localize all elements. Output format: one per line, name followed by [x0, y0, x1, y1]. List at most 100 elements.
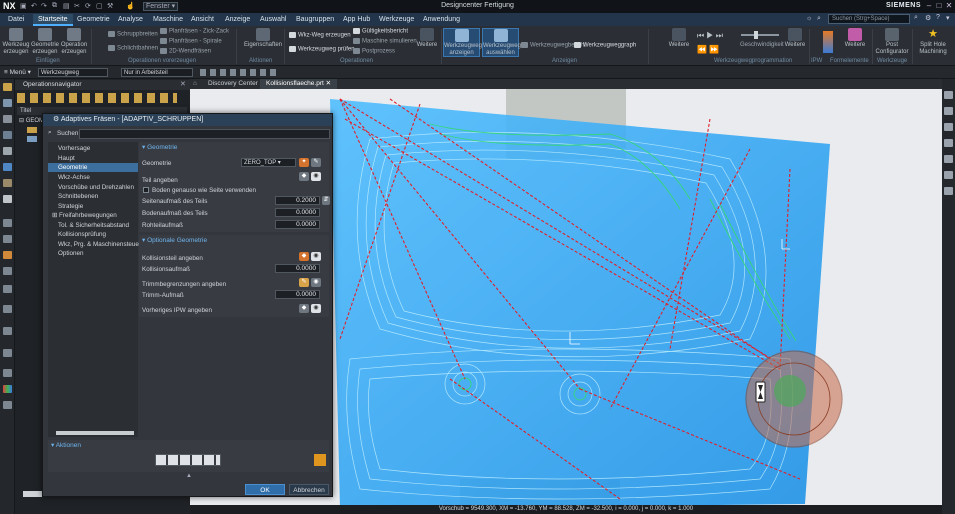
command-finder-icon[interactable]: ⌕ [817, 15, 821, 23]
tab-app-hub[interactable]: App Hub [338, 14, 375, 26]
fit-view-icon[interactable] [944, 91, 953, 99]
werkzeug-erzeugen-button[interactable]: Werkzeug erzeugen [2, 28, 30, 56]
planfraesen-spirale-button[interactable]: Planfräsen - Spirale [160, 38, 222, 45]
tree-node-icon[interactable] [27, 136, 37, 142]
navigator-toolbar-icons[interactable] [17, 93, 177, 103]
menu-button[interactable]: ≡ Menü ▾ [4, 68, 31, 76]
section-view-icon[interactable] [944, 187, 953, 195]
edit-geometry-icon[interactable]: ✎ [311, 158, 321, 167]
home-icon[interactable]: ⌂ [193, 80, 197, 87]
speed-slider-thumb[interactable] [754, 31, 758, 39]
manufacturing-wizard-icon[interactable] [3, 305, 12, 313]
tree-item-vorhersage[interactable]: Vorhersage [48, 144, 138, 153]
tab-part-file[interactable]: Kollisionsflaeche.prt ✕ [260, 79, 338, 89]
rohteilaufmass-field[interactable]: 0.0000 [275, 220, 320, 229]
tab-anzeige[interactable]: Anzeige [220, 14, 255, 26]
operation-navigator-icon[interactable] [3, 131, 12, 139]
process-studio-icon[interactable] [3, 285, 12, 293]
color-palette-icon[interactable] [3, 385, 12, 393]
tree-item-haupt[interactable]: Haupt [48, 154, 138, 163]
planfraesen-zickzack-button[interactable]: Planfräsen - Zick-Zack [160, 28, 229, 35]
display-ipw-icon[interactable]: ◉ [311, 304, 321, 313]
part-navigator-icon[interactable] [3, 83, 12, 91]
select-part-icon[interactable]: ◆ [299, 172, 309, 181]
selection-toolbar-icons[interactable] [200, 69, 280, 76]
tab-startseite[interactable]: Startseite [33, 14, 73, 26]
play-back-icon[interactable]: ⏮ ▶ ⏭ [697, 31, 723, 41]
maschine-simulieren-button[interactable]: Maschine simulieren [353, 38, 417, 45]
weitere-anzeigen-button[interactable]: Weitere [667, 28, 691, 49]
optional-geometry-header[interactable]: ▾ Optionale Geometrie [142, 236, 207, 246]
orient-view-icon[interactable] [944, 155, 953, 163]
werkzeugweggraph-button[interactable]: Werkzeugweggraph [574, 42, 636, 49]
tree-scrollbar[interactable] [56, 431, 134, 435]
settings-icon[interactable]: ⚙ [925, 14, 931, 22]
constraint-navigator-icon[interactable] [3, 115, 12, 123]
clock-icon[interactable] [3, 327, 12, 335]
lightbulb-icon[interactable]: ☼ [806, 15, 812, 22]
tree-item-geometrie[interactable]: Geometrie [48, 163, 138, 172]
cancel-button[interactable]: Abbrechen [289, 484, 329, 495]
speed-slider[interactable] [741, 34, 779, 36]
wendelfraesen-button[interactable]: 2D-Wendfräsen [160, 48, 211, 55]
postprozess-button[interactable]: Postprozess [353, 48, 395, 55]
eigenschaften-button[interactable]: Eigenschaften [242, 28, 284, 49]
tab-auswahl[interactable]: Auswahl [255, 14, 291, 26]
search-icon[interactable]: ⌕ [48, 129, 52, 137]
step-icon[interactable]: ⏪ ⏩ [697, 45, 719, 54]
geometry-section-header[interactable]: ▾ Geometrie [142, 143, 177, 153]
wkz-weg-erzeugen-button[interactable]: Wkz-Weg erzeugen [289, 32, 351, 39]
seitenaufmass-options-icon[interactable]: ⇵ [322, 196, 330, 205]
werkzeugweg-pruefen-button[interactable]: Werkzeugweg prüfen [289, 46, 355, 53]
weitere-simulation-button[interactable]: Weitere [783, 28, 807, 49]
maximize-icon[interactable]: □ [934, 1, 944, 10]
grid-icon[interactable] [3, 349, 12, 357]
ok-button[interactable]: OK [245, 484, 285, 495]
geometrie-dropdown[interactable]: ZERO_TOP ▾ [241, 158, 296, 167]
display-part-icon[interactable]: ◉ [311, 172, 321, 181]
reuse-library-icon[interactable] [3, 179, 12, 187]
werkzeugweg-anzeigen-button[interactable]: Werkzeugweg anzeigen [443, 28, 482, 57]
generate-verify-icons[interactable] [155, 454, 221, 466]
seitenaufmass-field[interactable]: 0.2000 [275, 196, 320, 205]
tab-anwendung[interactable]: Anwendung [418, 14, 465, 26]
display-collision-part-icon[interactable]: ◉ [311, 252, 321, 261]
tree-item-wkz-achse[interactable]: Wkz-Achse [48, 173, 138, 182]
machine-navigator-icon[interactable] [3, 147, 12, 155]
post-configurator-button[interactable]: Post Configurator [874, 28, 910, 56]
bodenaufmass-field[interactable]: 0.0000 [275, 208, 320, 217]
tree-item-strategie[interactable]: Strategie [48, 202, 138, 211]
tree-node-icon[interactable] [27, 127, 37, 133]
previous-ipw-icon[interactable]: ◆ [299, 304, 309, 313]
tree-item-vorschuebe[interactable]: Vorschübe und Drehzahlen [48, 183, 138, 192]
selection-filter-dropdown[interactable]: Werkzeugweg [38, 68, 108, 77]
search-icon[interactable]: ⌕ [914, 14, 918, 22]
gueltigkeitsbericht-button[interactable]: Gültigkeitsbericht [353, 28, 408, 35]
roles-icon[interactable] [3, 195, 12, 203]
operation-list-icon[interactable] [314, 454, 326, 466]
dialog-search-input[interactable] [79, 129, 330, 139]
tab-werkzeuge[interactable]: Werkzeuge [374, 14, 419, 26]
tree-root-geom[interactable]: ⊟ GEOM [19, 117, 44, 124]
schruppbreiten-button[interactable]: Schruppbreiten [108, 31, 158, 38]
system-materials-icon[interactable] [3, 235, 12, 243]
web-browser-icon[interactable] [3, 251, 12, 259]
tab-baugruppen[interactable]: Baugruppen [291, 14, 339, 26]
tree-item-kollisionspruefung[interactable]: Kollisionsprüfung [48, 230, 138, 239]
operation-erzeugen-button[interactable]: Operation erzeugen [60, 28, 88, 56]
history-icon[interactable] [3, 219, 12, 227]
weitere-operationen-button[interactable]: Weitere [415, 28, 439, 49]
split-hole-machining-button[interactable]: ★ Split Hole Machining [914, 28, 952, 56]
tab-datei[interactable]: Datei [3, 14, 29, 26]
close-icon[interactable]: ✕ [944, 1, 954, 10]
render-style-icon[interactable] [944, 171, 953, 179]
zoom-icon[interactable] [944, 107, 953, 115]
layers-icon[interactable] [3, 401, 12, 409]
dialog-expand-icon[interactable]: ▲ [186, 473, 192, 479]
tree-item-maschinensteuerung[interactable]: Wkz, Prg. & Maschinensteue [48, 240, 139, 249]
tree-item-schnittebenen[interactable]: Schnittebenen [48, 192, 138, 201]
select-collision-part-icon[interactable]: ◆ [299, 252, 309, 261]
palette-icon[interactable] [3, 267, 12, 275]
ribbon-options-icon[interactable]: ▾ [946, 14, 950, 22]
assembly-navigator-icon[interactable] [3, 99, 12, 107]
